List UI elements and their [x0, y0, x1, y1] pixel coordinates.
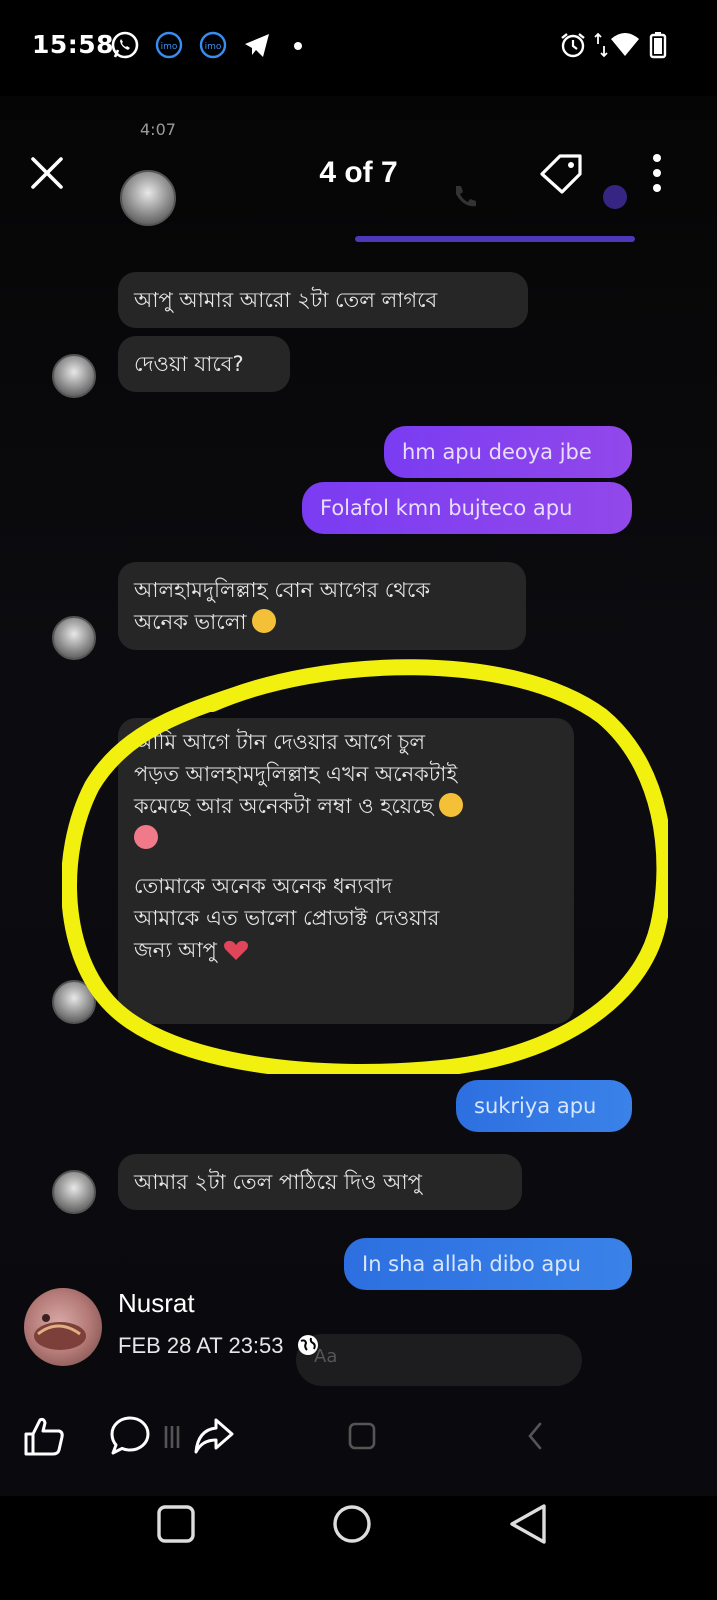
system-nav-bar	[0, 1476, 717, 1600]
author-avatar-image	[34, 1314, 86, 1350]
status-time: 15:58	[32, 30, 115, 59]
like-icon[interactable]	[22, 1414, 66, 1458]
status-bar: 15:58 imo imo	[0, 0, 717, 96]
message-text: দেওয়া যাবে?	[134, 352, 244, 376]
sender-avatar	[52, 354, 96, 398]
imo-icon: imo	[155, 31, 183, 59]
home-overlay-icon	[348, 1422, 376, 1450]
message-text: sukriya apu	[474, 1094, 597, 1118]
telegram-icon	[245, 34, 269, 57]
sender-avatar	[52, 1170, 96, 1214]
message-text: Folafol kmn bujteco apu	[320, 496, 573, 520]
tag-icon[interactable]	[538, 152, 584, 194]
message-outgoing: In sha allah dibo apu	[344, 1238, 632, 1290]
svg-text:imo: imo	[161, 42, 178, 52]
highlight-circle	[62, 659, 668, 1074]
photo-counter: 4 of 7	[319, 156, 398, 189]
svg-text:imo: imo	[205, 42, 222, 52]
post-actions-bar	[0, 1396, 717, 1476]
imo-icon: imo	[199, 31, 227, 59]
author-avatar[interactable]	[24, 1288, 102, 1366]
notification-dot	[294, 42, 302, 50]
message-incoming: আপু আমার আরো ২টা তেল লাগবে	[118, 272, 528, 328]
more-vertical-icon[interactable]	[650, 152, 664, 194]
sender-avatar	[52, 616, 96, 660]
chat-input-field: Aa	[296, 1334, 582, 1386]
message-outgoing: sukriya apu	[456, 1080, 632, 1132]
viewer-top-bar: 4 of 7	[0, 150, 717, 200]
chat-header-divider	[355, 236, 635, 242]
back-overlay-icon	[528, 1422, 542, 1450]
message-line: অনেক ভালো	[134, 610, 247, 634]
data-arrows-icon	[594, 32, 608, 58]
message-outgoing: Folafol kmn bujteco apu	[302, 482, 632, 534]
home-icon[interactable]	[330, 1502, 374, 1546]
wifi-icon	[611, 33, 639, 56]
recents-icon[interactable]	[154, 1502, 198, 1546]
back-icon[interactable]	[506, 1502, 550, 1546]
message-incoming: দেওয়া যাবে?	[118, 336, 290, 392]
share-icon[interactable]	[192, 1414, 236, 1458]
message-text: In sha allah dibo apu	[362, 1252, 581, 1276]
message-outgoing: hm apu deoya jbe	[384, 426, 632, 478]
photo-phone-time: 4:07	[140, 120, 176, 139]
recents-overlay-icon	[164, 1426, 180, 1448]
grin-emoji-icon	[252, 609, 277, 633]
whatsapp-icon	[111, 31, 139, 59]
photo-viewer[interactable]: 4:07 আপু আমার আরো ২টা তেল লাগবে দেওয়া য…	[0, 96, 717, 1496]
globe-icon	[297, 1335, 318, 1355]
message-text: hm apu deoya jbe	[402, 440, 592, 464]
message-incoming: আমার ২টা তেল পাঠিয়ে দিও আপু	[118, 1154, 522, 1210]
message-line: আলহামদুলিল্লাহ বোন আগের থেকে	[134, 578, 431, 602]
timestamp-text: FEB 28 AT 23:53	[118, 1333, 284, 1358]
message-incoming: আলহামদুলিল্লাহ বোন আগের থেকে অনেক ভালো	[118, 562, 526, 650]
message-text: আমার ২টা তেল পাঠিয়ে দিও আপু	[134, 1170, 422, 1194]
battery-icon	[649, 32, 667, 59]
post-timestamp: FEB 28 AT 23:53	[118, 1333, 320, 1359]
message-text: আপু আমার আরো ২টা তেল লাগবে	[134, 288, 438, 312]
comment-icon[interactable]	[108, 1414, 152, 1458]
author-name[interactable]: Nusrat	[118, 1288, 195, 1319]
alarm-icon	[561, 33, 585, 58]
